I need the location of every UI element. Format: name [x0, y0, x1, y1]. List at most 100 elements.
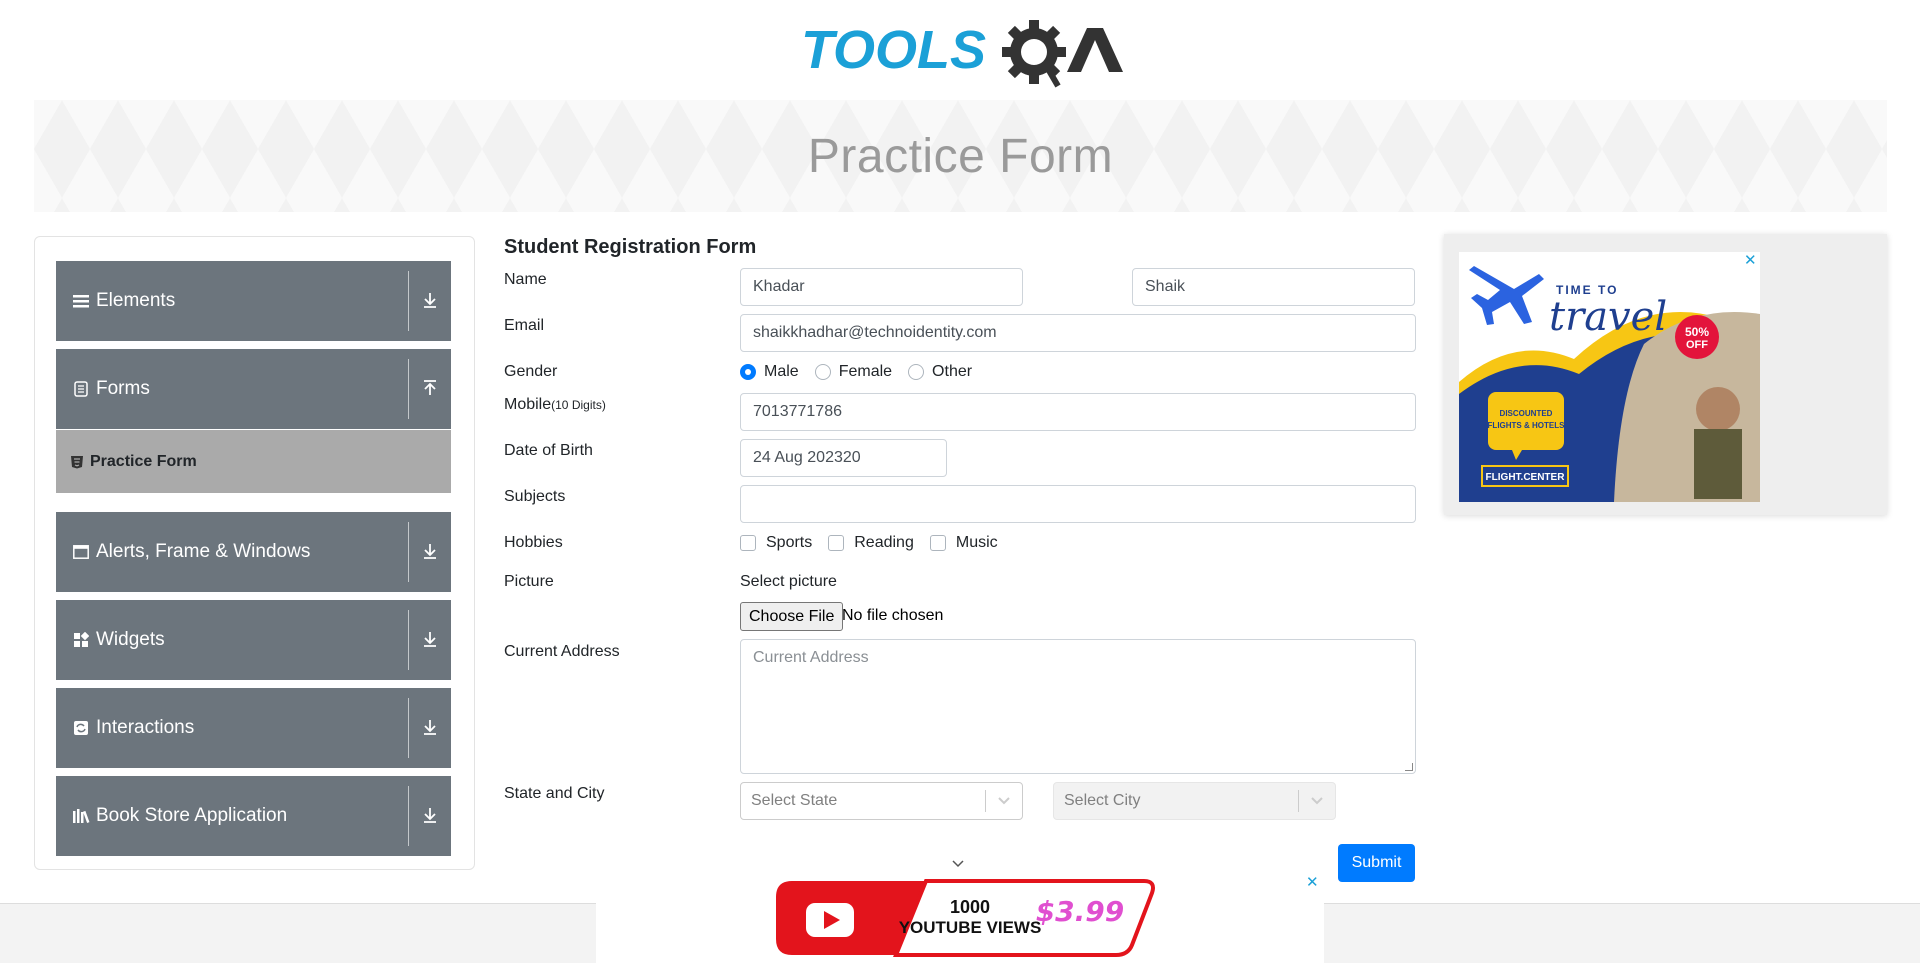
page-title: Practice Form — [807, 129, 1114, 183]
download-icon[interactable] — [419, 628, 441, 650]
sidebar-group-label: Book Store Application — [96, 805, 288, 826]
city-select[interactable]: Select City — [1053, 782, 1336, 820]
sidebar-group-label: Forms — [96, 378, 150, 399]
youtube-views-ad[interactable]: 1000 YOUTUBE VIEWS $3.99 ✕ — [596, 873, 1324, 963]
radio-female[interactable] — [814, 364, 831, 380]
toolsqa-logo[interactable]: TOOLS — [801, 16, 1125, 90]
books-icon — [72, 807, 90, 825]
gender-other-option[interactable]: Other — [908, 363, 972, 381]
close-icon[interactable]: ✕ — [1306, 873, 1319, 891]
download-icon[interactable] — [419, 804, 441, 826]
hobby-reading-option[interactable]: Reading — [828, 534, 914, 552]
picture-label: Picture — [504, 573, 554, 590]
gender-radio-group: Male Female Other — [740, 363, 988, 381]
upload-icon[interactable] — [419, 377, 441, 399]
sidebar-group-label: Interactions — [96, 717, 195, 738]
radio-male-label: Male — [764, 363, 799, 380]
menu-icon — [72, 292, 90, 310]
sidebar-group-label: Elements — [96, 290, 176, 311]
last-name-input[interactable]: Shaik — [1132, 268, 1415, 306]
checkbox-reading[interactable] — [828, 535, 845, 551]
hobbies-group: Sports Reading Music — [740, 534, 1014, 552]
dob-label: Date of Birth — [504, 442, 593, 459]
gender-male-option[interactable]: Male — [740, 363, 799, 381]
radio-female-label: Female — [838, 363, 893, 380]
state-placeholder: Select State — [751, 792, 838, 809]
checkbox-sports[interactable] — [740, 535, 756, 551]
state-select[interactable]: Select State — [740, 782, 1023, 820]
logo-letter-a — [1067, 28, 1123, 72]
divider — [408, 786, 409, 846]
sidebar-group-elements[interactable]: Elements — [56, 261, 451, 341]
gear-icon — [1002, 20, 1066, 88]
subjects-label: Subjects — [504, 488, 566, 505]
divider — [408, 610, 409, 670]
page-banner: Practice Form — [34, 100, 1887, 212]
sidebar-item-label: Practice Form — [90, 452, 197, 470]
gender-label: Gender — [504, 363, 558, 380]
gender-female-option[interactable]: Female — [814, 363, 893, 381]
radio-other-label: Other — [932, 363, 973, 380]
sidebar-group-widgets[interactable]: Widgets — [56, 600, 451, 680]
choose-file-button[interactable]: Choose File — [740, 602, 844, 631]
address-label: Current Address — [504, 643, 620, 660]
download-icon[interactable] — [419, 716, 441, 738]
svg-text:$3.99: $3.99 — [1036, 895, 1125, 928]
close-icon[interactable]: ✕ — [1744, 251, 1757, 269]
current-address-textarea[interactable]: Current Address — [740, 639, 1416, 774]
svg-text:FLIGHT.CENTER: FLIGHT.CENTER — [1486, 472, 1566, 483]
sidebar: Elements Forms Practice Form Alerts, Fra… — [34, 236, 475, 870]
travel-ad[interactable]: TIME TO travel 50% OFF DISCOUNTED FLIGHT… — [1444, 234, 1887, 515]
svg-text:FLIGHTS & HOTELS: FLIGHTS & HOTELS — [1488, 421, 1566, 430]
html5-icon — [70, 455, 84, 469]
hobby-sports-option[interactable]: Sports — [740, 534, 812, 552]
sidebar-group-alerts[interactable]: Alerts, Frame & Windows — [56, 512, 451, 592]
svg-text:DISCOUNTED: DISCOUNTED — [1500, 409, 1553, 418]
subjects-input[interactable] — [740, 485, 1416, 523]
sidebar-group-label: Alerts, Frame & Windows — [96, 541, 311, 562]
form-title: Student Registration Form — [504, 236, 757, 258]
widgets-icon — [72, 631, 90, 649]
mobile-label: Mobile(10 Digits) — [504, 396, 606, 413]
divider — [408, 698, 409, 758]
checkbox-reading-label: Reading — [854, 534, 914, 551]
svg-text:travel: travel — [1549, 294, 1667, 340]
checkbox-music-label: Music — [955, 534, 998, 551]
email-label: Email — [504, 317, 545, 334]
sidebar-group-forms[interactable]: Forms — [56, 349, 451, 429]
hobbies-label: Hobbies — [504, 534, 563, 551]
svg-text:OFF: OFF — [1686, 339, 1708, 351]
radio-other[interactable] — [908, 364, 925, 380]
chevron-down-icon[interactable] — [986, 796, 1022, 806]
name-label: Name — [504, 271, 547, 288]
city-placeholder: Select City — [1064, 792, 1141, 809]
mobile-input[interactable]: 7013771786 — [740, 393, 1416, 431]
svg-text:YOUTUBE VIEWS: YOUTUBE VIEWS — [899, 918, 1042, 937]
dob-input[interactable]: 24 Aug 202320 — [740, 439, 947, 477]
chevron-down-icon[interactable] — [1299, 796, 1335, 806]
select-picture-label: Select picture — [740, 573, 837, 590]
hobby-music-option[interactable]: Music — [929, 534, 998, 552]
mobile-hint: (10 Digits) — [551, 398, 606, 412]
checkbox-music[interactable] — [929, 535, 946, 551]
divider — [408, 359, 409, 419]
sidebar-group-bookstore[interactable]: Book Store Application — [56, 776, 451, 856]
sidebar-item-practice-form[interactable]: Practice Form — [56, 430, 451, 493]
file-status: No file chosen — [842, 607, 944, 624]
window-icon — [72, 543, 90, 561]
radio-male[interactable] — [740, 364, 756, 380]
download-icon[interactable] — [419, 289, 441, 311]
submit-button[interactable]: Submit — [1338, 844, 1415, 882]
email-input[interactable]: shaikkhadhar@technoidentity.com — [740, 314, 1416, 352]
divider — [408, 522, 409, 582]
form-icon — [72, 380, 90, 398]
first-name-input[interactable]: Khadar — [740, 268, 1023, 306]
chevron-down-icon[interactable] — [950, 857, 966, 869]
interactions-icon — [72, 719, 90, 737]
sidebar-group-interactions[interactable]: Interactions — [56, 688, 451, 768]
resize-handle[interactable] — [1405, 763, 1413, 771]
download-icon[interactable] — [419, 540, 441, 562]
checkbox-sports-label: Sports — [766, 534, 813, 551]
sidebar-group-label: Widgets — [96, 629, 165, 650]
address-placeholder: Current Address — [753, 649, 869, 666]
